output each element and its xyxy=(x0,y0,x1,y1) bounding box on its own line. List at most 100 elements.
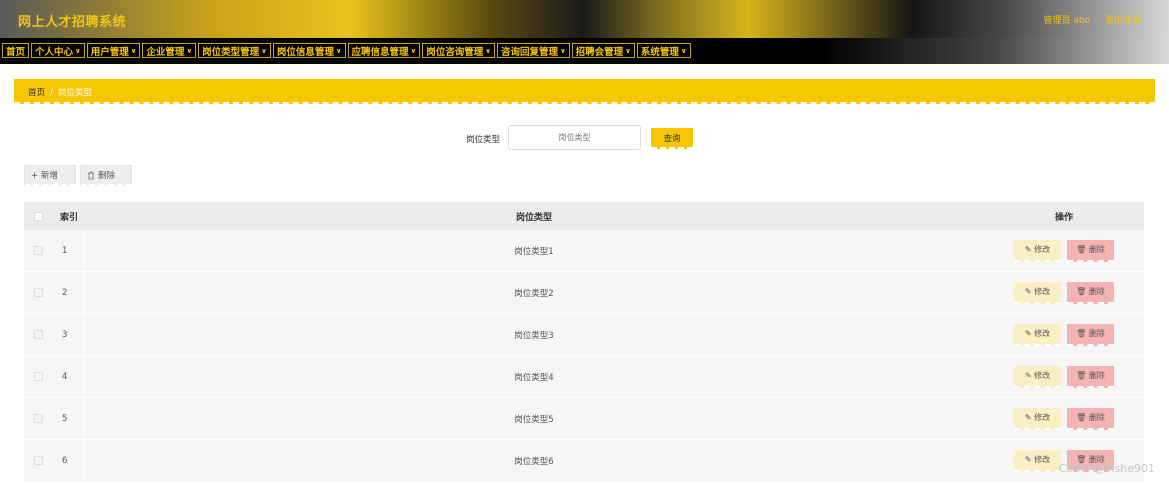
search-button[interactable]: 查询 xyxy=(651,128,693,149)
pencil-icon: ✎ xyxy=(1024,371,1032,380)
row-actions: ✎ 修改 🗑 删除 xyxy=(984,239,1144,262)
row-actions: ✎ 修改 🗑 删除 xyxy=(984,365,1144,388)
table-header: 索引 岗位类型 操作 xyxy=(24,202,1144,230)
edit-label: 修改 xyxy=(1034,245,1051,254)
pencil-icon: ✎ xyxy=(1024,455,1032,464)
nav-item-label: 系统管理 xyxy=(640,46,679,58)
chevron-down-icon: ∨ xyxy=(680,46,687,55)
nav-item-10[interactable]: 系统管理 ∨ xyxy=(636,43,691,58)
pencil-icon: ✎ xyxy=(1024,329,1032,338)
nav-item-label: 岗位咨询管理 xyxy=(426,46,484,58)
row-index: 5 xyxy=(52,398,84,439)
search-label: 岗位类型 xyxy=(466,135,501,145)
chevron-down-icon: ∨ xyxy=(186,46,193,55)
chevron-down-icon: ∨ xyxy=(335,46,342,55)
chevron-down-icon: ∨ xyxy=(625,46,631,55)
trash-icon: 🗑 xyxy=(1076,413,1087,422)
nav-item-label: 首页 xyxy=(6,46,26,58)
row-checkbox[interactable] xyxy=(33,456,43,465)
nav-item-label: 个人中心 xyxy=(35,46,74,58)
edit-label: 修改 xyxy=(1034,329,1051,338)
delete-button[interactable]: 🗑 删除 xyxy=(1067,323,1114,346)
nav-item-5[interactable]: 岗位信息管理 ∨ xyxy=(272,43,346,58)
edit-button[interactable]: ✎ 修改 xyxy=(1014,239,1061,262)
row-type: 岗位类型3 xyxy=(514,330,554,341)
search-input[interactable] xyxy=(508,125,641,150)
delete-button[interactable]: 🗑 删除 xyxy=(1067,239,1114,262)
add-button-label: + 新增 xyxy=(31,171,58,181)
row-index: 6 xyxy=(52,440,84,481)
breadcrumb-current: 岗位类型 xyxy=(57,88,92,98)
chevron-down-icon: ∨ xyxy=(130,46,137,55)
row-checkbox[interactable] xyxy=(33,246,43,255)
delete-label: 删除 xyxy=(1088,329,1105,338)
nav-item-label: 企业管理 xyxy=(146,46,185,58)
row-checkbox[interactable] xyxy=(33,372,43,381)
edit-button[interactable]: ✎ 修改 xyxy=(1014,407,1061,430)
row-type: 岗位类型4 xyxy=(514,372,554,383)
table-body: 1 岗位类型1 ✎ 修改 🗑 删除 2 岗位类型2 ✎ 修改 🗑 删除 3 岗位类型3 ✎ 修改 🗑 … xyxy=(24,230,1144,482)
header-type: 岗位类型 xyxy=(515,212,552,223)
delete-button[interactable]: 🗑 删除 xyxy=(1067,281,1114,304)
user-label: 管理员 abo xyxy=(1043,16,1091,26)
batch-delete-button[interactable]: 删除 xyxy=(80,165,132,186)
chevron-down-icon: ∨ xyxy=(559,46,566,55)
user-info: 管理员 abo 退出登录 xyxy=(1032,13,1142,26)
nav-item-label: 用户管理 xyxy=(90,46,129,58)
delete-label: 删除 xyxy=(1088,287,1105,296)
edit-button[interactable]: ✎ 修改 xyxy=(1014,323,1061,346)
breadcrumb-home[interactable]: 首页 xyxy=(28,88,45,98)
trash-icon: 🗑 xyxy=(1076,371,1087,380)
row-actions: ✎ 修改 🗑 删除 xyxy=(984,281,1144,304)
watermark: CSDN @bishe901 xyxy=(1058,462,1155,475)
add-button[interactable]: + 新增 xyxy=(24,165,76,186)
row-actions: ✎ 修改 🗑 删除 xyxy=(984,407,1144,430)
table-row: 1 岗位类型1 ✎ 修改 🗑 删除 xyxy=(24,230,1144,272)
row-index: 3 xyxy=(52,314,84,355)
edit-label: 修改 xyxy=(1034,413,1051,422)
nav-item-label: 咨询回复管理 xyxy=(500,46,558,58)
row-type: 岗位类型2 xyxy=(514,288,554,299)
delete-label: 删除 xyxy=(1088,245,1105,254)
table-row: 6 岗位类型6 ✎ 修改 🗑 删除 xyxy=(24,440,1144,482)
row-checkbox[interactable] xyxy=(33,414,43,423)
pencil-icon: ✎ xyxy=(1024,413,1032,422)
edit-button[interactable]: ✎ 修改 xyxy=(1014,365,1061,388)
row-checkbox[interactable] xyxy=(33,330,43,339)
table-row: 2 岗位类型2 ✎ 修改 🗑 删除 xyxy=(24,272,1144,314)
logout-link[interactable]: 退出登录 xyxy=(1105,16,1141,26)
nav-item-3[interactable]: 企业管理 ∨ xyxy=(142,43,197,58)
nav-item-label: 岗位类型管理 xyxy=(202,46,260,58)
nav-item-label: 岗位信息管理 xyxy=(276,46,334,58)
header-index: 索引 xyxy=(60,212,79,223)
edit-label: 修改 xyxy=(1034,455,1051,464)
edit-label: 修改 xyxy=(1034,287,1051,296)
header-ops: 操作 xyxy=(1054,212,1073,223)
edit-button[interactable]: ✎ 修改 xyxy=(1014,281,1061,304)
select-all-checkbox[interactable] xyxy=(33,211,43,221)
nav-item-9[interactable]: 招聘会管理 ∨ xyxy=(571,43,635,58)
delete-button[interactable]: 🗑 删除 xyxy=(1067,407,1114,430)
nav-item-8[interactable]: 咨询回复管理 ∨ xyxy=(496,43,570,58)
row-index: 2 xyxy=(52,272,84,313)
nav-item-label: 应聘信息管理 xyxy=(351,46,409,58)
chevron-down-icon: ∨ xyxy=(75,46,81,55)
row-type: 岗位类型1 xyxy=(514,246,554,257)
nav-item-2[interactable]: 用户管理 ∨ xyxy=(86,43,141,58)
delete-button[interactable]: 🗑 删除 xyxy=(1067,365,1114,388)
row-index: 4 xyxy=(52,356,84,397)
table-row: 3 岗位类型3 ✎ 修改 🗑 删除 xyxy=(24,314,1144,356)
nav-item-0[interactable]: 首页 xyxy=(2,43,30,58)
nav-item-1[interactable]: 个人中心 ∨ xyxy=(31,43,85,58)
chevron-down-icon: ∨ xyxy=(410,46,417,55)
edit-button[interactable]: ✎ 修改 xyxy=(1014,449,1061,472)
delete-label: 删除 xyxy=(1088,371,1105,380)
nav-item-7[interactable]: 岗位咨询管理 ∨ xyxy=(422,43,495,58)
pencil-icon: ✎ xyxy=(1024,287,1032,296)
row-type: 岗位类型5 xyxy=(514,414,554,425)
trash-icon: 🗑 xyxy=(1076,329,1087,338)
trash-icon: 🗑 xyxy=(1076,287,1087,296)
nav-item-6[interactable]: 应聘信息管理 ∨ xyxy=(347,43,421,58)
nav-item-4[interactable]: 岗位类型管理 ∨ xyxy=(198,43,271,58)
row-checkbox[interactable] xyxy=(33,288,43,297)
